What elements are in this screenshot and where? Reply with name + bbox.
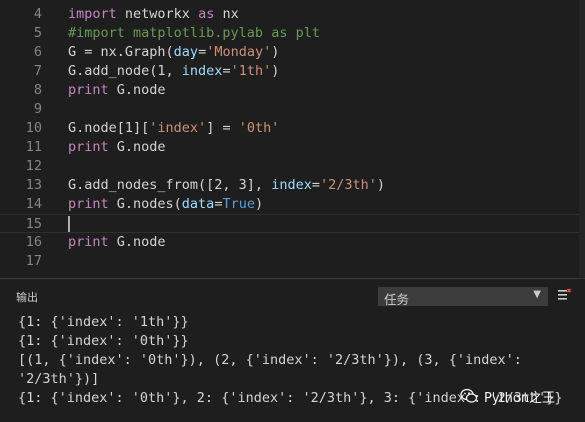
line-number: 12 xyxy=(25,158,42,174)
line-number: 6 xyxy=(33,44,42,60)
editor-scrollbar[interactable] xyxy=(579,0,585,278)
watermark-text: Python之王 xyxy=(484,390,556,406)
code-text: G = nx.Graph(day='Monday') xyxy=(68,44,280,60)
line-number: 7 xyxy=(33,63,42,79)
code-text: print G.node xyxy=(68,234,166,250)
line-number: 15 xyxy=(25,216,42,232)
code-line[interactable]: 5 #import matplotlib.pylab as plt xyxy=(0,24,585,43)
task-dropdown-value: 任务 xyxy=(384,292,410,307)
code-text: G.node[1]['index'] = '0th' xyxy=(68,120,280,136)
clear-output-icon[interactable] xyxy=(557,288,571,302)
output-line: [(1, {'index': '0th'}), (2, {'index': '2… xyxy=(18,352,522,368)
line-number: 13 xyxy=(25,177,42,193)
panel-title[interactable]: 输出 xyxy=(16,289,38,305)
code-line[interactable]: 14 print G.nodes(data=True) xyxy=(0,195,585,214)
line-number: 11 xyxy=(25,139,42,155)
code-text: G.add_nodes_from([2, 3], index='2/3th') xyxy=(68,177,386,193)
watermark: Python之王 xyxy=(460,383,555,409)
current-code-line[interactable]: 15 xyxy=(0,214,585,233)
code-line[interactable]: 6 G = nx.Graph(day='Monday') xyxy=(0,43,585,62)
code-line[interactable]: 16 print G.node xyxy=(0,233,585,252)
code-line[interactable]: 9 xyxy=(0,100,585,119)
code-text: G.add_node(1, index='1th') xyxy=(68,63,280,79)
code-text: print G.node xyxy=(68,82,166,98)
code-line[interactable]: 11 print G.node xyxy=(0,138,585,157)
code-text: print G.nodes(data=True) xyxy=(68,196,264,212)
line-number: 5 xyxy=(33,25,42,41)
code-line[interactable]: 4 import networkx as nx xyxy=(0,5,585,24)
output-line: {1: {'index': '1th'}} xyxy=(18,314,189,330)
line-number: 8 xyxy=(33,82,42,98)
text-cursor xyxy=(68,216,70,232)
line-number: 4 xyxy=(33,6,42,22)
code-line[interactable]: 17 xyxy=(0,252,585,271)
code-text: import networkx as nx xyxy=(68,6,239,22)
code-text: #import matplotlib.pylab as plt xyxy=(68,25,320,41)
line-number: 16 xyxy=(25,234,42,250)
code-editor[interactable]: 4 import networkx as nx 5 #import matplotli… xyxy=(0,0,585,278)
code-line[interactable]: 12 xyxy=(0,157,585,176)
line-number: 14 xyxy=(25,196,42,212)
chevron-down-icon: ▼ xyxy=(533,289,541,300)
code-line[interactable]: 10 G.node[1]['index'] = '0th' xyxy=(0,119,585,138)
code-line[interactable]: 13 G.add_nodes_from([2, 3], index='2/3th'… xyxy=(0,176,585,195)
code-line[interactable]: 8 print G.node xyxy=(0,81,585,100)
line-number: 17 xyxy=(25,253,42,269)
wechat-icon xyxy=(460,388,478,403)
line-number: 9 xyxy=(33,101,42,117)
line-number: 10 xyxy=(25,120,42,136)
output-line: {1: {'index': '0th'}} xyxy=(18,333,189,349)
task-dropdown[interactable]: 任务 ▼ xyxy=(378,287,548,307)
code-text: print G.node xyxy=(68,139,166,155)
code-line[interactable]: 7 G.add_node(1, index='1th') xyxy=(0,62,585,81)
